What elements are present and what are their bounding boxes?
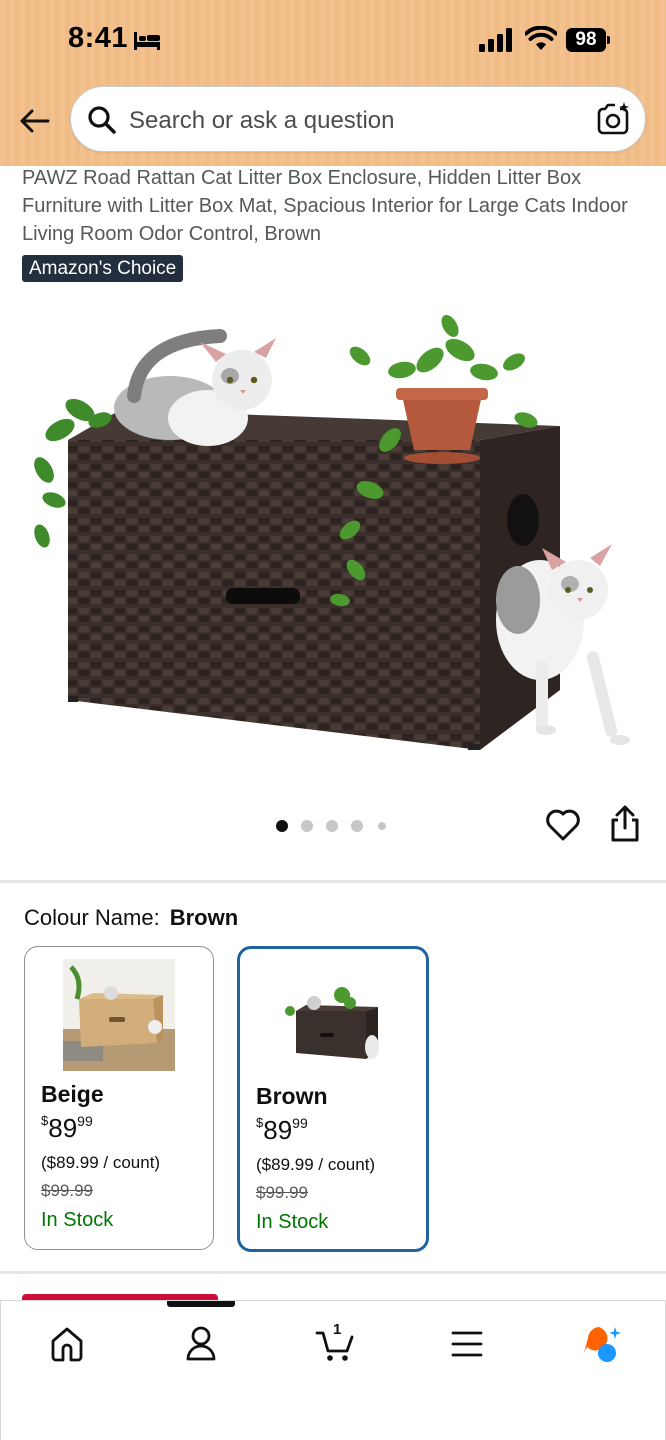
section-divider [0, 880, 666, 883]
menu-icon [451, 1331, 483, 1357]
swatch-availability: In Stock [41, 1209, 114, 1231]
wifi-icon [525, 26, 557, 50]
swatch-unit-price: ($89.99 / count) [256, 1155, 376, 1174]
nav-rufus[interactable] [569, 1323, 629, 1367]
swatch-unit-price: ($89.99 / count) [41, 1153, 161, 1172]
header: 8:41 98 Search or ask a question [0, 0, 666, 166]
cart-count-badge: 1 [333, 1321, 342, 1338]
nav-cart[interactable]: 1 [303, 1321, 363, 1367]
account-icon [186, 1326, 216, 1361]
search-bar[interactable]: Search or ask a question [70, 86, 646, 152]
carousel-dot[interactable] [351, 820, 363, 832]
product-title[interactable]: PAWZ Road Rattan Cat Litter Box Enclosur… [22, 164, 642, 248]
swatch-list-price: $99.99 [41, 1181, 93, 1200]
swatch-name: Brown [256, 1083, 328, 1109]
status-time: 8:41 [68, 22, 129, 54]
amazons-choice-badge: Amazon's Choice [22, 255, 184, 282]
carousel-dot[interactable] [378, 822, 386, 830]
camera-search-icon[interactable] [595, 101, 631, 137]
price-cents: 99 [77, 1113, 93, 1129]
carousel-dot[interactable] [301, 820, 313, 832]
carousel-dot[interactable] [326, 820, 338, 832]
nav-menu[interactable] [437, 1323, 497, 1367]
colour-label-text: Colour Name: [24, 905, 160, 930]
swatch-image-brown [280, 967, 392, 1079]
nav-home[interactable] [37, 1323, 97, 1367]
colour-selected-value: Brown [169, 905, 239, 930]
colour-swatch-beige[interactable]: Beige $8999 ($89.99 / count) $99.99 In S… [24, 946, 214, 1250]
product-page: 8:41 98 Search or ask a question PAWZ Ro… [0, 0, 666, 1440]
swatch-price: $8999 [256, 1115, 308, 1146]
swatch-image-beige [63, 959, 175, 1071]
nav-account[interactable] [171, 1323, 231, 1367]
back-arrow-icon[interactable] [18, 104, 52, 138]
bed-icon [134, 32, 160, 50]
carousel-dot[interactable] [276, 820, 288, 832]
price-whole: 89 [48, 1113, 78, 1143]
battery-indicator: 98 [566, 28, 610, 52]
price-whole: 89 [263, 1115, 293, 1145]
bottom-nav: 1 [0, 1300, 666, 1440]
colour-label: Colour Name: Brown [24, 905, 238, 931]
section-divider [0, 1271, 666, 1274]
swatch-price: $8999 [41, 1113, 93, 1144]
search-icon [88, 106, 116, 134]
price-cents: 99 [292, 1115, 308, 1131]
colour-swatch-brown[interactable]: Brown $8999 ($89.99 / count) $99.99 In S… [237, 946, 429, 1252]
swatch-availability: In Stock [256, 1211, 329, 1233]
share-icon[interactable] [606, 804, 644, 844]
battery-tip [607, 36, 610, 44]
home-icon [51, 1327, 83, 1362]
swatch-list-price: $99.99 [256, 1183, 308, 1202]
rufus-icon [584, 1327, 621, 1362]
battery-level: 98 [566, 28, 606, 52]
swatch-name: Beige [41, 1081, 104, 1107]
product-image[interactable] [30, 300, 640, 770]
signal-icon [479, 28, 512, 52]
heart-icon[interactable] [544, 806, 582, 844]
nav-active-indicator [167, 1301, 235, 1307]
search-input[interactable]: Search or ask a question [129, 107, 395, 135]
